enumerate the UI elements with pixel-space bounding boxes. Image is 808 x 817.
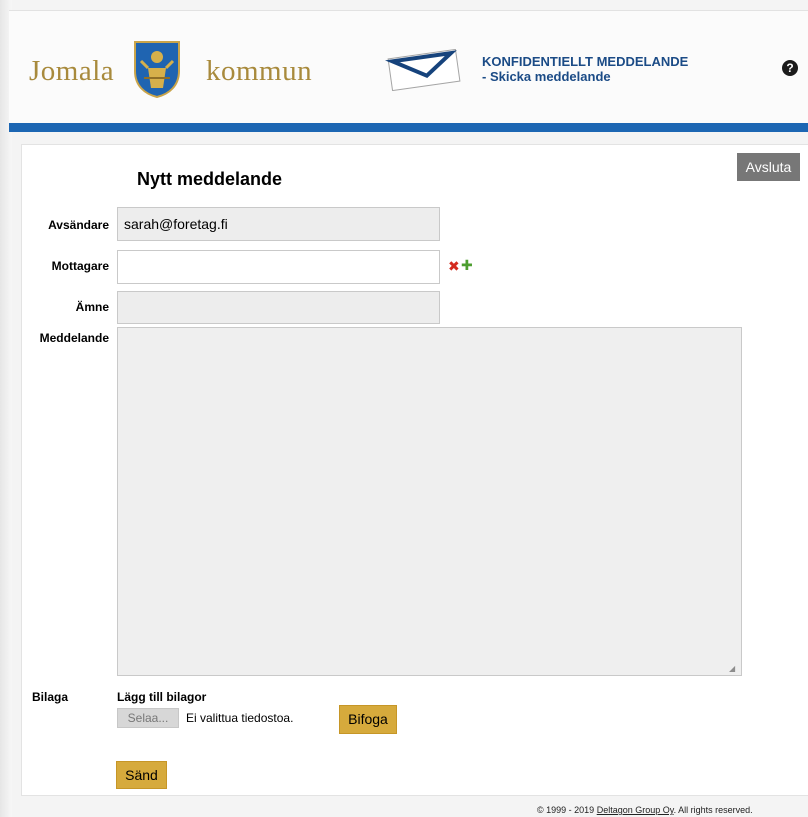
file-status-text: Ei valittua tiedostoa. [186,711,294,725]
subject-input[interactable] [117,291,440,324]
send-button[interactable]: Sänd [116,761,167,789]
logo-text-left: Jomala [29,55,115,87]
close-button[interactable]: Avsluta [737,153,800,181]
message-label: Meddelande [39,331,109,345]
remove-recipient-icon[interactable]: ✖ [448,259,460,273]
help-icon[interactable]: ? [782,60,798,76]
recipient-label: Mottagare [51,259,109,273]
attachment-caption: Lägg till bilagor [117,690,207,704]
textarea-resize-grip-icon[interactable]: ◢ [729,664,735,673]
attachment-label: Bilaga [32,690,69,704]
page-header: Jomala kommun KONFIDENTIELLT MEDDELANDE … [9,10,808,124]
add-recipient-icon[interactable]: ✚ [461,258,473,272]
header-title-line-1: KONFIDENTIELLT MEDDELANDE [482,54,689,69]
header-title-line-2: - Skicka meddelande [482,69,611,84]
recipient-input[interactable] [117,250,440,284]
municipal-crest-icon [134,41,180,98]
attach-button[interactable]: Bifoga [339,705,397,734]
message-textarea[interactable] [117,327,742,676]
subject-label: Ämne [75,300,109,314]
footer-company-link[interactable]: Deltagon Group Oy [597,805,674,815]
header-divider [9,123,808,132]
sender-field: sarah@foretag.fi [117,207,440,241]
footer: © 1999 - 2019 Deltagon Group Oy. All rig… [537,805,753,815]
browse-file-button[interactable]: Selaa... [117,708,179,728]
sender-label: Avsändare [48,218,109,232]
page-title: Nytt meddelande [137,169,283,189]
envelope-icon [384,49,461,91]
footer-copyright: © 1999 - 2019 [537,805,595,815]
footer-rights: . All rights reserved. [673,805,753,815]
header-title: KONFIDENTIELLT MEDDELANDE - Skicka medde… [482,54,688,84]
logo-text-right: kommun [206,55,313,87]
